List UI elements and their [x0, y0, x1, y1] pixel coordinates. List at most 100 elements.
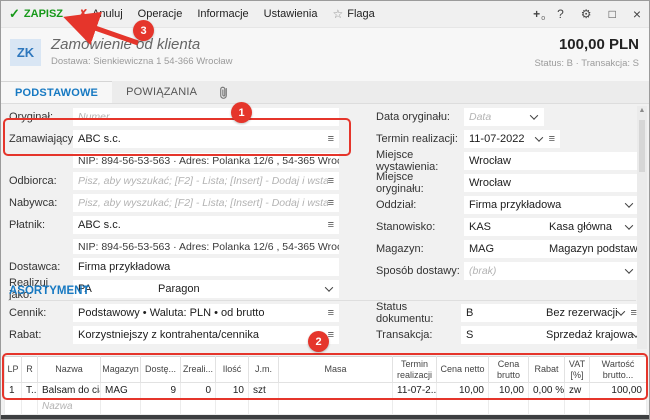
- table-cell[interactable]: 100,00: [590, 383, 647, 399]
- table-cell[interactable]: [529, 399, 565, 415]
- field-oddzial: Oddział: Firma przykładowa: [376, 196, 639, 214]
- realizuj-jako-select[interactable]: PA Paragon: [73, 280, 339, 298]
- table-cell[interactable]: [590, 399, 647, 415]
- odbiorca-input[interactable]: Pisz, aby wyszukać; [F2] - Lista; [Inser…: [73, 172, 339, 190]
- maximize-icon[interactable]: □: [609, 7, 616, 21]
- table-cell[interactable]: 11-07-2...: [393, 383, 437, 399]
- stanowisko-select[interactable]: KAS Kasa główna: [464, 218, 639, 236]
- dostawca-input[interactable]: Firma przykładowa: [73, 258, 339, 276]
- table-cell[interactable]: [22, 399, 38, 415]
- table-row-empty[interactable]: Nazwa: [5, 399, 647, 415]
- table-cell[interactable]: [565, 399, 590, 415]
- column-header[interactable]: R: [22, 357, 38, 383]
- cancel-button[interactable]: ✗ Anuluj: [78, 7, 123, 21]
- column-header[interactable]: Dostę...: [141, 357, 181, 383]
- scrollbar-thumb[interactable]: [639, 120, 645, 172]
- column-header[interactable]: LP: [5, 357, 22, 383]
- table-row[interactable]: 1T...Balsam do ciała...MAG9010szt 11-07-2…: [5, 383, 647, 399]
- add-window-icon[interactable]: +o: [533, 7, 540, 21]
- column-header[interactable]: Cena netto: [437, 357, 489, 383]
- table-cell[interactable]: [216, 399, 249, 415]
- miejsce-wystawienia-input[interactable]: Wrocław: [464, 152, 639, 170]
- menu-settings[interactable]: Ustawienia: [264, 8, 318, 20]
- rabat-input[interactable]: Korzystniejszy z kontrahenta/cennika ≡: [73, 326, 339, 344]
- table-cell[interactable]: szt: [249, 383, 279, 399]
- sposob-dostawy-select[interactable]: (brak): [464, 262, 639, 280]
- menu-icon[interactable]: ≡: [328, 197, 334, 209]
- table-cell[interactable]: [279, 399, 393, 415]
- termin-realizacji-input[interactable]: 11-07-2022 ≡: [464, 130, 560, 148]
- nabywca-input[interactable]: Pisz, aby wyszukać; [F2] - Lista; [Inser…: [73, 194, 339, 212]
- menu-icon[interactable]: ≡: [328, 307, 334, 319]
- gear-icon[interactable]: ⚙: [581, 7, 592, 21]
- cennik-input[interactable]: Podstawowy • Waluta: PLN • od brutto ≡: [73, 304, 339, 322]
- save-button[interactable]: ✓ ZAPISZ: [9, 6, 63, 22]
- table-cell[interactable]: zw: [565, 383, 590, 399]
- menu-operations[interactable]: Operacje: [138, 8, 183, 20]
- menu-icon[interactable]: ≡: [328, 175, 334, 187]
- table-cell[interactable]: [101, 399, 141, 415]
- flag-button[interactable]: ☆ Flaga: [332, 7, 374, 21]
- table-cell[interactable]: Nazwa: [38, 399, 101, 415]
- table-cell[interactable]: 10: [216, 383, 249, 399]
- table-cell[interactable]: [141, 399, 181, 415]
- menu-icon[interactable]: ≡: [549, 133, 555, 145]
- vertical-scrollbar[interactable]: ▲: [637, 106, 647, 349]
- column-header[interactable]: Termin realizacji: [393, 357, 437, 383]
- column-header[interactable]: Magazyn: [101, 357, 141, 383]
- table-cell[interactable]: [181, 399, 216, 415]
- menu-icon[interactable]: ≡: [328, 219, 334, 231]
- table-cell[interactable]: 10,00: [437, 383, 489, 399]
- platnik-detail: NIP: 894-56-53-563 · Adres: Polanka 12/6…: [73, 238, 339, 254]
- table-cell[interactable]: [393, 399, 437, 415]
- section-divider: [9, 300, 636, 301]
- table-cell[interactable]: Balsam do ciała...: [38, 383, 101, 399]
- original-input[interactable]: Numer: [73, 108, 339, 126]
- attachment-button[interactable]: [211, 81, 236, 103]
- oddzial-select[interactable]: Firma przykładowa: [464, 196, 639, 214]
- column-header[interactable]: Ilość: [216, 357, 249, 383]
- star-icon: ☆: [332, 7, 343, 21]
- column-header[interactable]: J.m.: [249, 357, 279, 383]
- column-header[interactable]: Wartość brutto...: [590, 357, 647, 383]
- select-value: Paragon: [158, 283, 200, 295]
- column-header[interactable]: Cena brutto: [489, 357, 529, 383]
- menu-icon[interactable]: ≡: [328, 133, 334, 145]
- table-cell[interactable]: 0: [181, 383, 216, 399]
- table-cell[interactable]: [437, 399, 489, 415]
- tab-podstawowe[interactable]: PODSTAWOWE: [1, 81, 112, 103]
- paperclip-icon: [217, 85, 230, 100]
- transakcja-select[interactable]: S Sprzedaż krajowa: [461, 326, 639, 344]
- help-icon[interactable]: ?: [557, 7, 564, 21]
- column-header[interactable]: Nazwa: [38, 357, 101, 383]
- table-cell[interactable]: 10,00: [489, 383, 529, 399]
- table-cell[interactable]: [489, 399, 529, 415]
- scroll-up-icon[interactable]: ▲: [637, 107, 647, 114]
- tab-powiazania[interactable]: POWIĄZANIA: [112, 81, 211, 103]
- menu-information[interactable]: Informacje: [197, 8, 248, 20]
- table-cell[interactable]: [279, 383, 393, 399]
- table-cell[interactable]: T...: [22, 383, 38, 399]
- table-cell[interactable]: 0,00 %: [529, 383, 565, 399]
- data-oryginalu-select[interactable]: Data: [464, 108, 544, 126]
- tab-bar: PODSTAWOWE POWIĄZANIA: [1, 81, 649, 104]
- magazyn-select[interactable]: MAG Magazyn podstaw...: [464, 240, 639, 258]
- column-header[interactable]: Masa: [279, 357, 393, 383]
- field-value: Korzystniejszy z kontrahenta/cennika: [78, 329, 259, 341]
- table-cell[interactable]: MAG: [101, 383, 141, 399]
- menu-icon[interactable]: ≡: [631, 307, 637, 319]
- table-cell[interactable]: [249, 399, 279, 415]
- miejsce-oryginalu-input[interactable]: Wrocław: [464, 174, 639, 192]
- column-header[interactable]: VAT [%]: [565, 357, 590, 383]
- status-dokumentu-select[interactable]: B Bez rezerwacji ≡: [461, 304, 639, 322]
- field-label: Oryginał:: [9, 111, 73, 123]
- column-header[interactable]: Zreali...: [181, 357, 216, 383]
- items-table-wrap: LPRNazwaMagazynDostę...Zreali...IlośćJ.m…: [4, 356, 646, 415]
- platnik-input[interactable]: ABC s.c. ≡: [73, 216, 339, 234]
- close-icon[interactable]: ×: [633, 6, 641, 22]
- table-cell[interactable]: 9: [141, 383, 181, 399]
- table-cell[interactable]: 1: [5, 383, 22, 399]
- column-header[interactable]: Rabat: [529, 357, 565, 383]
- zamawiajacy-input[interactable]: ABC s.c. ≡: [73, 130, 339, 148]
- table-cell[interactable]: [5, 399, 22, 415]
